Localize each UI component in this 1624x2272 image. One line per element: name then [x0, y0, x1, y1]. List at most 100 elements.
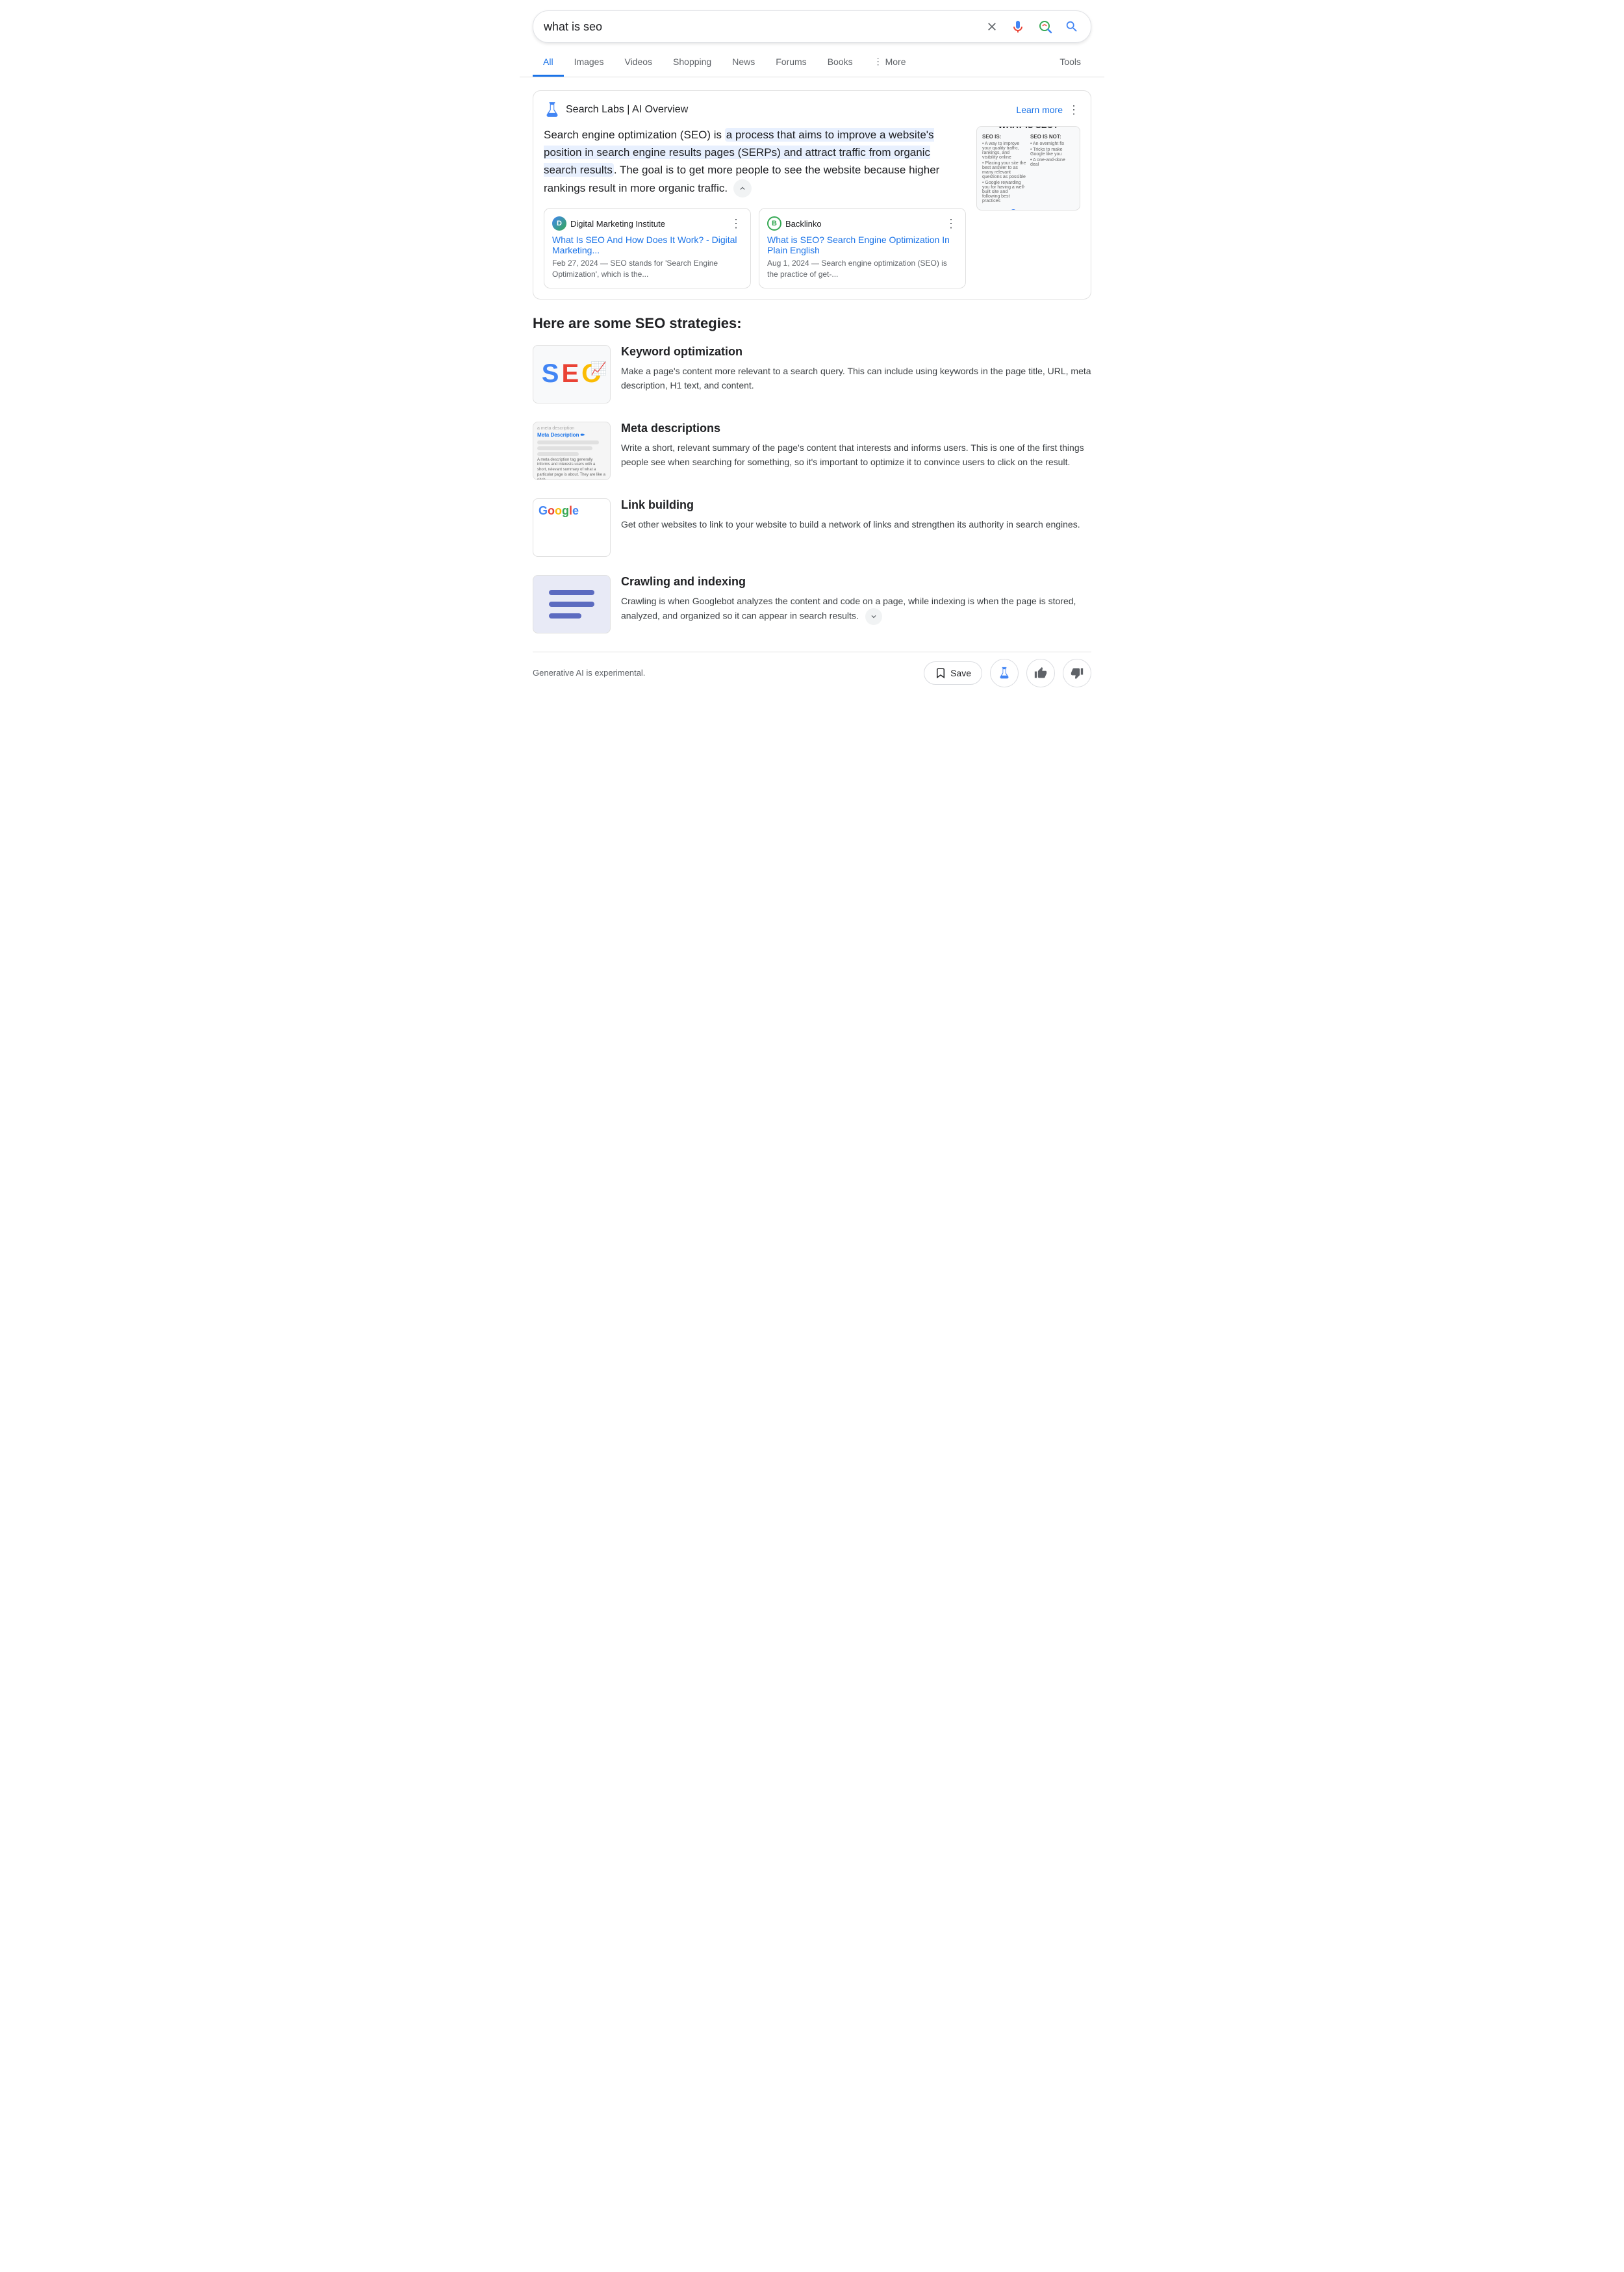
meta-desc-title-label: Meta Description ✏ — [537, 432, 606, 438]
social-seo-brand: SocialSEO — [1009, 209, 1048, 211]
tab-more[interactable]: ⋮ More — [863, 48, 917, 77]
seo-chart-icon: 📈 — [590, 361, 607, 377]
search-icons — [984, 18, 1080, 36]
ai-text-before: Search engine optimization (SEO) is — [544, 129, 725, 141]
meta-image: a meta description Meta Description ✏ A … — [533, 422, 611, 480]
source-card-dmi[interactable]: D Digital Marketing Institute ⋮ What Is … — [544, 208, 751, 288]
link-image: Google — [533, 498, 611, 557]
crawling-title: Crawling and indexing — [621, 575, 1091, 589]
link-desc: Get other websites to link to your websi… — [621, 517, 1091, 531]
seo-table: SEO IS: • A way to improve your quality … — [982, 134, 1074, 205]
ai-learn-more[interactable]: Learn more ⋮ — [1016, 103, 1080, 117]
google-logo-text: Google — [539, 504, 579, 518]
nav-tabs: All Images Videos Shopping News Forums B… — [520, 48, 1104, 77]
strategy-crawling: Crawling and indexing Crawling is when G… — [533, 575, 1091, 633]
dmi-source-menu[interactable]: ⋮ — [730, 217, 742, 231]
source-card-backlinko[interactable]: B Backlinko ⋮ What is SEO? Search Engine… — [759, 208, 966, 288]
expand-crawling-button[interactable] — [865, 608, 882, 625]
crawling-visual — [549, 590, 594, 619]
search-bar: what is seo — [533, 10, 1091, 43]
ai-title-group: Search Labs | AI Overview — [544, 101, 688, 118]
source-card-header-backlinko: B Backlinko ⋮ — [767, 216, 958, 231]
ai-menu-dots[interactable]: ⋮ — [1068, 103, 1080, 117]
h-line-3 — [549, 613, 581, 619]
dmi-source-name: Digital Marketing Institute — [570, 219, 665, 229]
keyword-title: Keyword optimization — [621, 345, 1091, 359]
flask-feedback-button[interactable] — [990, 659, 1019, 687]
h-line-1 — [549, 590, 594, 595]
strategy-meta: a meta description Meta Description ✏ A … — [533, 422, 1091, 480]
tab-shopping[interactable]: Shopping — [663, 49, 722, 77]
backlinko-source-menu[interactable]: ⋮ — [945, 217, 958, 231]
strategies-section: Here are some SEO strategies: S E O 📈 Ke… — [533, 315, 1091, 633]
tab-images[interactable]: Images — [564, 49, 615, 77]
footer-actions: Save — [924, 659, 1091, 687]
strategies-heading: Here are some SEO strategies: — [533, 315, 1091, 332]
backlinko-favicon: B — [767, 216, 781, 231]
ai-overview-section: Search Labs | AI Overview Learn more ⋮ S… — [533, 90, 1091, 300]
save-button[interactable]: Save — [924, 661, 982, 685]
strategy-link: Google Link building Get other websites … — [533, 498, 1091, 557]
meta-title: Meta descriptions — [621, 422, 1091, 435]
seo-image-title: WHAT IS SEO? — [998, 126, 1059, 130]
strategy-keyword: S E O 📈 Keyword optimization Make a page… — [533, 345, 1091, 403]
meta-desc: Write a short, relevant summary of the p… — [621, 440, 1091, 470]
lens-button[interactable] — [1036, 18, 1054, 36]
clear-button[interactable] — [984, 19, 1000, 34]
meta-url-bar: a meta description — [537, 426, 606, 431]
ai-overview-header: Search Labs | AI Overview Learn more ⋮ — [544, 101, 1080, 118]
seo-is-not-item-3: • A one-and-done deal — [1030, 158, 1074, 167]
seo-is-label: SEO IS: — [982, 134, 1026, 140]
thumbs-up-icon — [1034, 667, 1047, 680]
voice-search-button[interactable] — [1009, 18, 1027, 36]
ai-main-paragraph: Search engine optimization (SEO) is a pr… — [544, 126, 966, 198]
ai-footer: Generative AI is experimental. Save — [533, 652, 1091, 687]
dmi-favicon: D — [552, 216, 566, 231]
social-seo-text: SocialSEO — [1019, 209, 1048, 211]
source-name-group-dmi: D Digital Marketing Institute — [552, 216, 665, 231]
seo-is-col: SEO IS: • A way to improve your quality … — [982, 134, 1026, 205]
ai-image-block: WHAT IS SEO? SEO IS: • A way to improve … — [976, 126, 1080, 288]
crawling-content: Crawling and indexing Crawling is when G… — [621, 575, 1091, 625]
link-building-visual: Google — [533, 499, 610, 556]
tab-tools[interactable]: Tools — [1049, 49, 1091, 77]
backlinko-source-title: What is SEO? Search Engine Optimization … — [767, 235, 958, 255]
backlinko-source-snippet: Aug 1, 2024 — Search engine optimization… — [767, 258, 958, 280]
source-name-group-backlinko: B Backlinko — [767, 216, 822, 231]
search-button[interactable] — [1063, 18, 1080, 35]
search-input[interactable]: what is seo — [544, 20, 978, 34]
crawling-desc: Crawling is when Googlebot analyzes the … — [621, 594, 1091, 625]
thumbs-up-button[interactable] — [1026, 659, 1055, 687]
bookmark-icon — [935, 667, 946, 679]
thumbs-down-button[interactable] — [1063, 659, 1091, 687]
ai-overview-title: Search Labs | AI Overview — [566, 104, 688, 116]
tab-all[interactable]: All — [533, 49, 564, 77]
tab-videos[interactable]: Videos — [614, 49, 663, 77]
save-label: Save — [950, 668, 971, 678]
keyword-desc: Make a page's content more relevant to a… — [621, 364, 1091, 393]
seo-is-item-1: • A way to improve your quality traffic,… — [982, 142, 1026, 160]
h-line-2 — [549, 602, 594, 607]
source-card-header-dmi: D Digital Marketing Institute ⋮ — [552, 216, 742, 231]
tab-news[interactable]: News — [722, 49, 765, 77]
source-cards: D Digital Marketing Institute ⋮ What Is … — [544, 208, 966, 288]
meta-desc-body-text: A meta description tag generally informs… — [537, 458, 606, 480]
collapse-button[interactable] — [733, 179, 752, 198]
backlinko-source-name: Backlinko — [785, 219, 822, 229]
seo-letter-e: E — [561, 359, 579, 389]
seo-is-not-col: SEO IS NOT: • An overnight fix • Tricks … — [1030, 134, 1074, 205]
link-content: Link building Get other websites to link… — [621, 498, 1091, 531]
ai-content: Search engine optimization (SEO) is a pr… — [544, 126, 1080, 288]
tab-books[interactable]: Books — [817, 49, 863, 77]
meta-content: Meta descriptions Write a short, relevan… — [621, 422, 1091, 470]
what-is-seo-image: WHAT IS SEO? SEO IS: • A way to improve … — [976, 126, 1080, 211]
thumbs-down-icon — [1071, 667, 1084, 680]
tab-forums[interactable]: Forums — [765, 49, 817, 77]
meta-bar-3 — [537, 452, 579, 456]
search-bar-wrapper: what is seo — [520, 0, 1104, 48]
ai-text-block: Search engine optimization (SEO) is a pr… — [544, 126, 966, 288]
flask-icon — [544, 101, 561, 118]
seo-is-not-item-2: • Tricks to make Google like you — [1030, 147, 1074, 157]
meta-bar-1 — [537, 440, 599, 444]
dmi-source-snippet: Feb 27, 2024 — SEO stands for 'Search En… — [552, 258, 742, 280]
